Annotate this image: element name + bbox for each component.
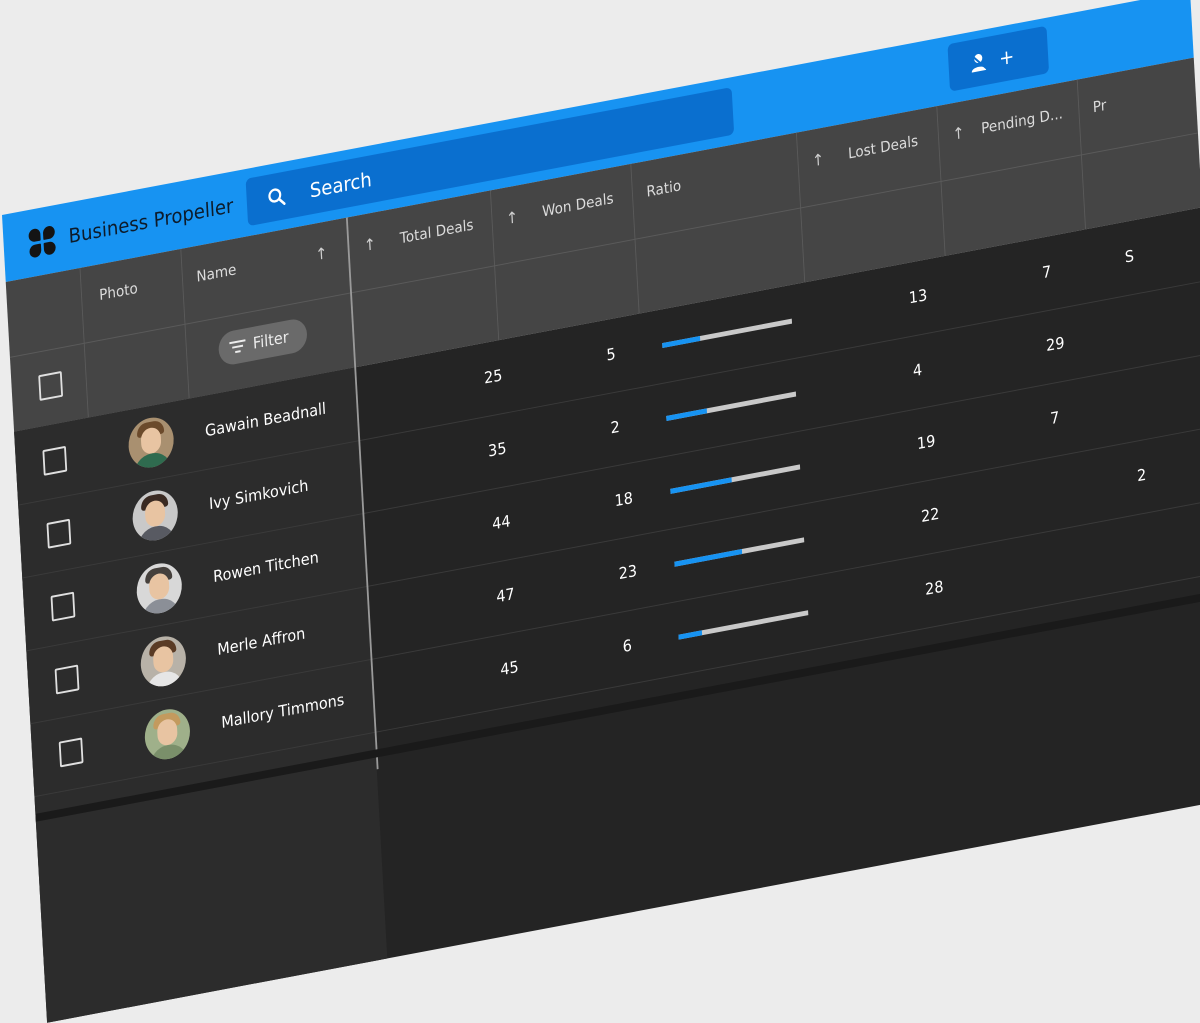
column-total-deals[interactable]: ↑ Total Deals — [347, 190, 500, 368]
column-photo[interactable]: Photo — [79, 248, 190, 418]
row-pending-deals: 29 — [1045, 332, 1065, 356]
row-total-deals: 47 — [495, 584, 516, 607]
row-total-deals: 44 — [491, 511, 512, 534]
clover-logo-icon — [28, 225, 57, 260]
row-checkbox[interactable] — [46, 518, 72, 549]
select-all-checkbox[interactable] — [38, 370, 64, 401]
column-won-deals[interactable]: ↑ Won Deals — [489, 163, 640, 341]
row-total-deals: 45 — [499, 657, 520, 680]
row-checkbox[interactable] — [50, 591, 76, 622]
ratio-bar-fill — [678, 630, 703, 640]
row-partial-value: S — [1124, 246, 1135, 267]
column-partial-title: Pr — [1092, 96, 1107, 117]
ratio-bar — [674, 537, 805, 567]
row-checkbox[interactable] — [58, 737, 84, 768]
search-input[interactable]: Search — [309, 167, 372, 202]
avatar — [143, 705, 192, 764]
ratio-bar-fill — [670, 477, 732, 494]
column-pending-deals-title: Pending D... — [980, 104, 1064, 138]
row-name: Gawain Beadnall — [204, 398, 327, 441]
row-total-deals: 35 — [487, 438, 507, 461]
brand-name: Business Propeller — [68, 193, 234, 249]
row-name: Rowen Titchen — [212, 547, 320, 587]
row-won-deals: 18 — [614, 488, 634, 511]
add-user-icon — [971, 53, 988, 73]
ratio-bar — [666, 391, 797, 421]
row-lost-deals: 22 — [920, 503, 940, 527]
row-won-deals: 6 — [622, 635, 633, 657]
column-lost-deals-title: Lost Deals — [847, 131, 919, 163]
row-won-deals: 5 — [605, 344, 617, 365]
row-name: Merle Affron — [216, 623, 306, 659]
row-won-deals: 2 — [610, 416, 621, 438]
sort-arrow-icon[interactable]: ↑ — [812, 149, 825, 170]
search-icon — [268, 188, 286, 205]
column-partial[interactable]: Pr — [1077, 58, 1200, 230]
avatar — [127, 413, 176, 472]
column-lost-deals[interactable]: ↑ Lost Deals — [795, 106, 946, 283]
row-lost-deals: 19 — [916, 430, 936, 454]
row-checkbox[interactable] — [42, 445, 68, 476]
ratio-bar — [670, 464, 801, 494]
column-total-deals-title: Total Deals — [399, 215, 474, 248]
ratio-bar-fill — [674, 549, 743, 567]
sort-arrow-icon[interactable]: ↑ — [506, 207, 519, 228]
row-won-deals: 23 — [618, 560, 638, 584]
row-partial-value: 2 — [1136, 464, 1147, 486]
avatar — [139, 632, 188, 691]
select-all-column — [5, 267, 89, 432]
column-pending-deals[interactable]: ↑ Pending D... — [936, 79, 1086, 256]
column-won-deals-title: Won Deals — [541, 189, 614, 221]
sort-arrow-icon[interactable]: ↑ — [315, 243, 328, 264]
filter-icon — [229, 339, 246, 354]
column-ratio-title: Ratio — [645, 176, 682, 201]
row-pending-deals: 7 — [1041, 261, 1052, 283]
ratio-bar — [662, 318, 793, 349]
add-user-button[interactable]: + — [947, 25, 1050, 92]
column-name-title: Name — [195, 260, 237, 286]
row-pending-deals: 7 — [1049, 407, 1060, 429]
row-name: Mallory Timmons — [220, 689, 345, 732]
row-lost-deals: 13 — [908, 285, 928, 308]
ratio-bar-fill — [666, 408, 708, 421]
row-lost-deals: 4 — [912, 359, 923, 381]
avatar — [135, 559, 184, 618]
sort-arrow-icon[interactable]: ↑ — [952, 123, 965, 144]
filter-label: Filter — [252, 327, 290, 353]
add-user-label: + — [998, 43, 1015, 71]
grid-app: Business Propeller Search + Photo Name ↑… — [2, 0, 1200, 1023]
row-checkbox[interactable] — [54, 664, 80, 695]
ratio-bar-fill — [662, 335, 701, 349]
column-photo-title: Photo — [98, 279, 139, 305]
row-lost-deals: 28 — [924, 576, 944, 599]
ratio-bar — [678, 610, 809, 640]
row-total-deals: 25 — [483, 365, 503, 388]
avatar — [131, 486, 180, 545]
row-name: Ivy Simkovich — [208, 475, 309, 514]
sort-arrow-icon[interactable]: ↑ — [363, 234, 376, 255]
